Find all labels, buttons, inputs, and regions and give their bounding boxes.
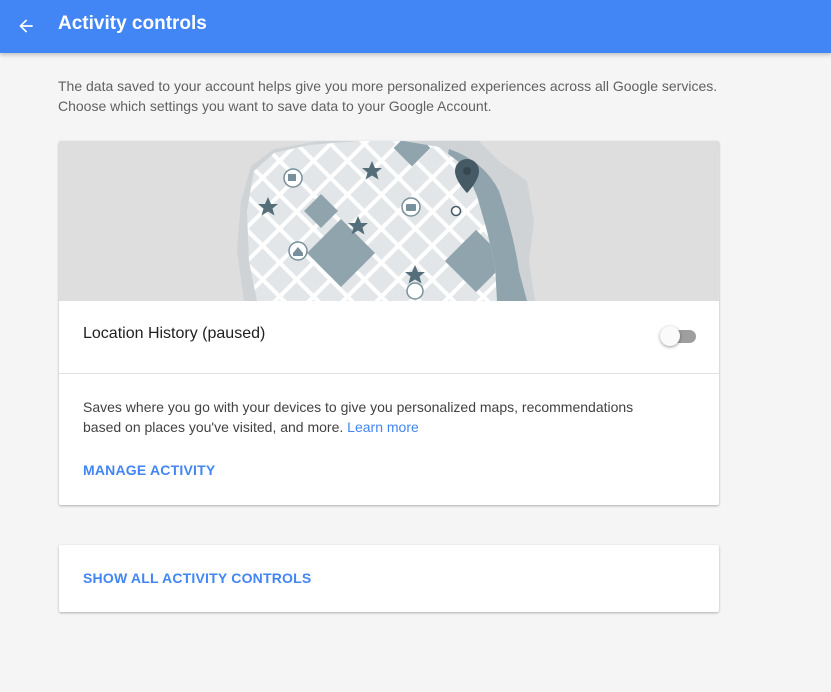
toggle-thumb [660, 326, 680, 346]
manage-activity-button[interactable]: MANAGE ACTIVITY [83, 462, 215, 478]
all-activity-controls-card: SHOW ALL ACTIVITY CONTROLS [59, 545, 719, 612]
back-button[interactable] [10, 10, 42, 42]
location-history-title: Location History (paused) [83, 325, 266, 342]
learn-more-link[interactable]: Learn more [347, 419, 419, 435]
divider [59, 373, 719, 374]
location-history-description: Saves where you go with your devices to … [83, 397, 653, 437]
map-illustration [59, 141, 719, 301]
page-title: Activity controls [58, 13, 207, 34]
show-all-activity-controls-button[interactable]: SHOW ALL ACTIVITY CONTROLS [83, 570, 311, 586]
intro-line-2: Choose which settings you want to save d… [58, 98, 492, 114]
app-bar: Activity controls [0, 0, 831, 53]
arrow-back-icon [19, 19, 33, 33]
location-history-card: Location History (paused) Saves where yo… [59, 141, 719, 505]
location-history-toggle[interactable] [660, 326, 696, 346]
intro-text: The data saved to your account helps giv… [58, 76, 738, 116]
map-illustration-graphic [237, 141, 535, 301]
intro-line-1: The data saved to your account helps giv… [58, 78, 718, 94]
